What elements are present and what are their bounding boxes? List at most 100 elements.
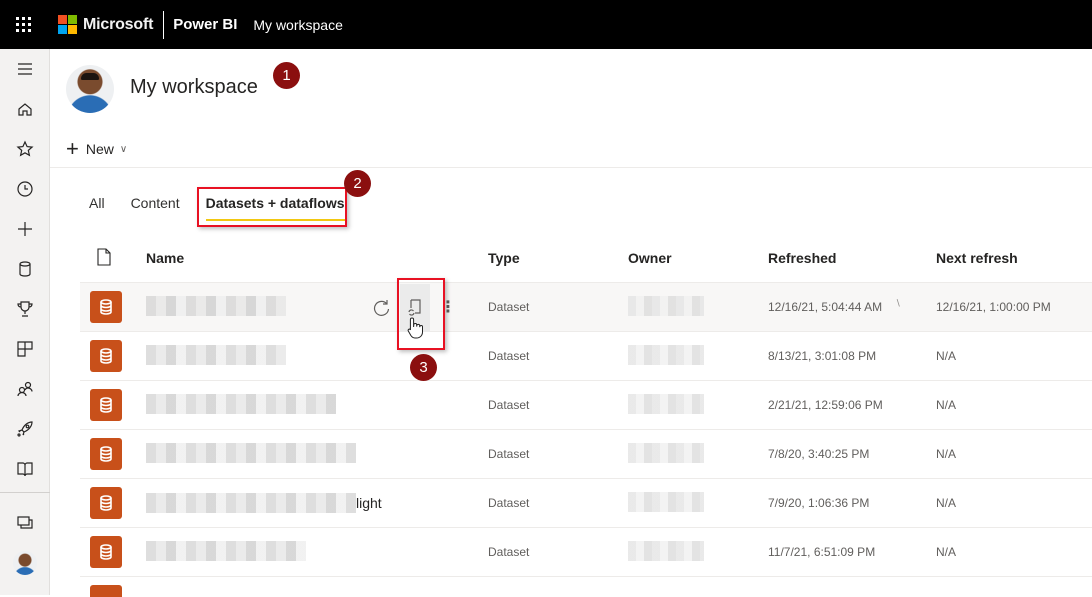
datasets-table: Name Type Owner Refreshed Next refresh ⋮…	[80, 234, 1092, 597]
shared-icon	[16, 380, 34, 398]
workspace-avatar	[66, 65, 114, 113]
next-refresh-time: N/A	[936, 496, 956, 510]
clock-icon	[16, 180, 34, 198]
page-title: My workspace	[130, 76, 258, 99]
product-name[interactable]: Power BI	[173, 16, 237, 33]
workspaces-icon	[16, 514, 34, 532]
dataset-name-redacted[interactable]	[146, 345, 286, 368]
top-bar: Microsoft Power BI My workspace	[0, 0, 1092, 49]
dataset-name-redacted[interactable]: light	[146, 493, 382, 513]
refreshed-time: 7/9/20, 1:06:36 PM	[768, 496, 869, 510]
dataset-type: Dataset	[488, 496, 529, 510]
annotation-badge-3: 3	[410, 354, 437, 381]
rail-item-shared[interactable]	[0, 373, 50, 405]
table-row[interactable]: Dataset 7/8/20, 3:40:25 PM N/A	[80, 430, 1092, 479]
breadcrumb[interactable]: My workspace	[253, 17, 342, 33]
refresh-now-button[interactable]	[370, 296, 394, 320]
tab-datasets-dataflows[interactable]: Datasets + dataflows	[206, 195, 345, 221]
table-row[interactable]: light Dataset 7/9/20, 1:06:36 PM N/A	[80, 479, 1092, 528]
more-options-button[interactable]: ⋮	[436, 296, 460, 320]
owner-redacted	[628, 345, 704, 368]
content-tabs: All Content Datasets + dataflows	[89, 195, 371, 221]
column-header-name[interactable]: Name	[146, 250, 184, 266]
table-row[interactable]	[80, 577, 1092, 597]
app-launcher-button[interactable]	[0, 0, 46, 49]
owner-redacted	[628, 443, 704, 466]
rail-item-recent[interactable]	[0, 173, 50, 205]
rail-item-goals[interactable]	[0, 293, 50, 325]
refreshed-time: 8/13/21, 3:01:08 PM	[768, 349, 876, 363]
rail-item-home[interactable]	[0, 93, 50, 125]
refreshed-time: 2/21/21, 12:59:06 PM	[768, 398, 883, 412]
rail-item-deployment[interactable]	[0, 413, 50, 445]
dataset-type: Dataset	[488, 398, 529, 412]
dataset-name-suffix: light	[356, 495, 382, 511]
refreshed-time: 11/7/21, 6:51:09 PM	[768, 545, 875, 559]
next-refresh-time: N/A	[936, 545, 956, 559]
column-header-type[interactable]: Type	[488, 250, 520, 266]
rail-item-workspaces[interactable]	[0, 507, 50, 539]
new-button-label: New	[86, 141, 114, 157]
star-icon	[16, 140, 34, 158]
table-header: Name Type Owner Refreshed Next refresh	[80, 234, 1092, 283]
next-refresh-time: N/A	[936, 398, 956, 412]
table-row[interactable]: Dataset 2/21/21, 12:59:06 PM N/A	[80, 381, 1092, 430]
dataset-icon	[90, 585, 122, 597]
chevron-down-icon: ∨	[120, 144, 127, 155]
table-row[interactable]: Dataset 8/13/21, 3:01:08 PM N/A	[80, 332, 1092, 381]
column-header-owner[interactable]: Owner	[628, 250, 672, 266]
dataset-type: Dataset	[488, 300, 529, 314]
refreshed-time: 7/8/20, 3:40:25 PM	[768, 447, 869, 461]
next-refresh-time: N/A	[936, 349, 956, 363]
trophy-icon	[16, 300, 34, 318]
rail-item-datasets[interactable]	[0, 253, 50, 285]
annotation-badge-2: 2	[344, 170, 371, 197]
learn-icon	[16, 460, 34, 478]
microsoft-logo[interactable]: Microsoft	[58, 15, 153, 34]
home-icon	[16, 100, 34, 118]
rail-item-menu[interactable]	[0, 53, 50, 85]
owner-redacted	[628, 296, 704, 319]
dataset-name-redacted[interactable]	[146, 296, 286, 319]
dataset-name-redacted[interactable]	[146, 394, 336, 417]
brand-divider	[163, 11, 164, 39]
rail-item-my-workspace[interactable]	[0, 547, 50, 579]
plus-icon	[16, 220, 34, 238]
toolbar-divider	[50, 167, 1092, 168]
owner-redacted	[628, 394, 704, 417]
rail-item-create[interactable]	[0, 213, 50, 245]
owner-redacted	[628, 492, 704, 515]
column-header-refreshed[interactable]: Refreshed	[768, 250, 836, 266]
hamburger-icon	[16, 60, 34, 78]
rail-item-apps[interactable]	[0, 333, 50, 365]
schedule-refresh-icon	[407, 299, 423, 317]
rocket-icon	[16, 420, 34, 438]
annotation-badge-1: 1	[273, 62, 300, 89]
hand-cursor-icon	[406, 316, 426, 340]
rail-item-favorites[interactable]	[0, 133, 50, 165]
refresh-icon	[373, 299, 391, 317]
nav-rail	[0, 49, 50, 595]
microsoft-logo-icon	[58, 15, 77, 34]
table-row[interactable]: Dataset 11/7/21, 6:51:09 PM N/A	[80, 528, 1092, 577]
table-row[interactable]: ⋮ Dataset 12/16/21, 5:04:44 AM ∖ 12/16/2…	[80, 283, 1092, 332]
rail-item-learn[interactable]	[0, 453, 50, 485]
waffle-icon	[16, 17, 31, 32]
apps-icon	[16, 340, 34, 358]
tab-all[interactable]: All	[89, 195, 105, 221]
dataset-icon	[90, 389, 122, 421]
refresh-spinner-icon: ∖	[895, 298, 901, 309]
file-type-icon	[96, 248, 112, 269]
new-button[interactable]: + New ∨	[66, 138, 127, 160]
next-refresh-time: 12/16/21, 1:00:00 PM	[936, 300, 1051, 314]
dataset-icon	[90, 487, 122, 519]
dataset-name-redacted[interactable]	[146, 443, 356, 466]
refreshed-time: 12/16/21, 5:04:44 AM	[768, 300, 882, 314]
dataset-icon	[90, 291, 122, 323]
dataset-type: Dataset	[488, 545, 529, 559]
dataset-name-redacted[interactable]	[146, 541, 306, 564]
next-refresh-time: N/A	[936, 447, 956, 461]
tab-content[interactable]: Content	[131, 195, 180, 221]
column-header-next-refresh[interactable]: Next refresh	[936, 250, 1018, 266]
dataset-icon	[90, 438, 122, 470]
